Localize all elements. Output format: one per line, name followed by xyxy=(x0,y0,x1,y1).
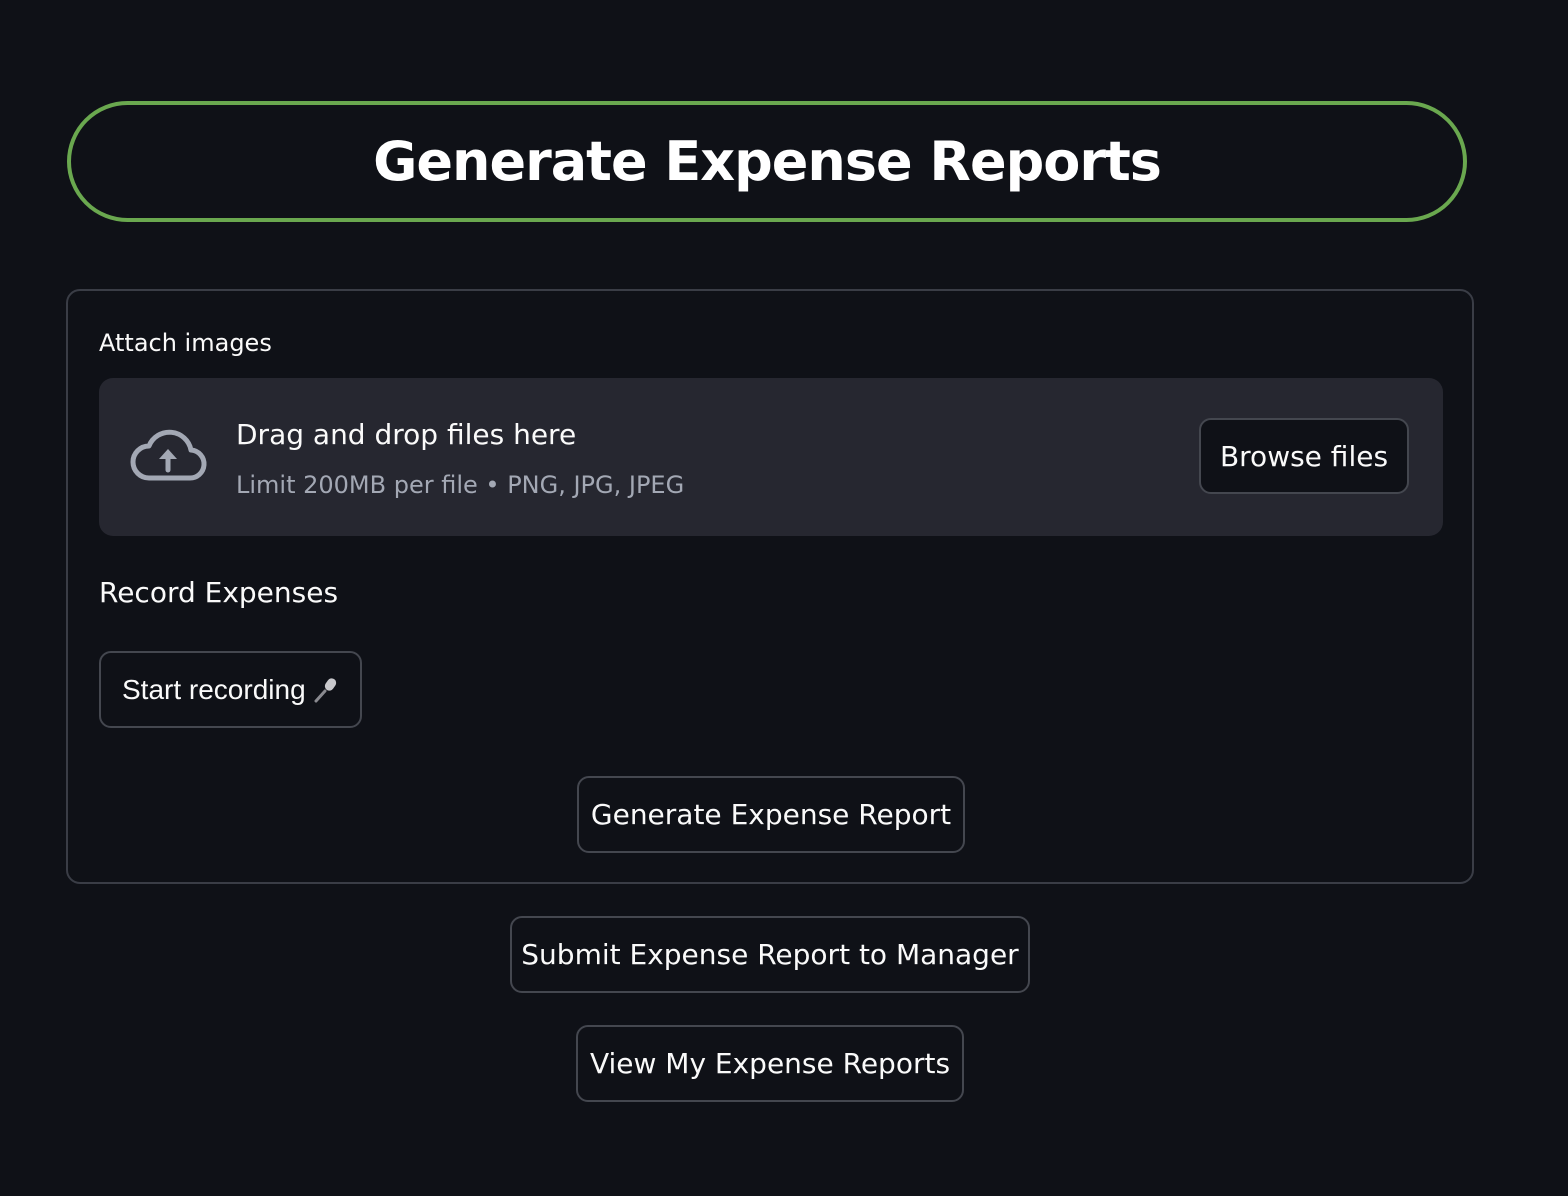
browse-files-button[interactable]: Browse files xyxy=(1199,418,1409,494)
record-expenses-label: Record Expenses xyxy=(99,576,339,609)
page-title: Generate Expense Reports xyxy=(373,130,1162,193)
start-recording-label: Start recording xyxy=(122,673,306,705)
app-page: Generate Expense Reports Attach images D… xyxy=(0,0,1568,1196)
submit-to-manager-button[interactable]: Submit Expense Report to Manager xyxy=(510,916,1030,993)
view-my-reports-button[interactable]: View My Expense Reports xyxy=(576,1025,964,1102)
title-banner: Generate Expense Reports xyxy=(67,101,1467,222)
microphone-icon xyxy=(314,677,336,702)
attach-images-label: Attach images xyxy=(99,329,272,357)
file-dropzone[interactable]: Drag and drop files here Limit 200MB per… xyxy=(99,378,1443,536)
dropzone-limit-text: Limit 200MB per file • PNG, JPG, JPEG xyxy=(236,471,685,499)
expense-form: Attach images Drag and drop files here L… xyxy=(66,289,1474,884)
cloud-upload-icon xyxy=(130,429,207,481)
start-recording-button[interactable]: Start recording xyxy=(99,651,362,728)
dropzone-title: Drag and drop files here xyxy=(236,418,577,451)
generate-expense-report-button[interactable]: Generate Expense Report xyxy=(577,776,965,853)
